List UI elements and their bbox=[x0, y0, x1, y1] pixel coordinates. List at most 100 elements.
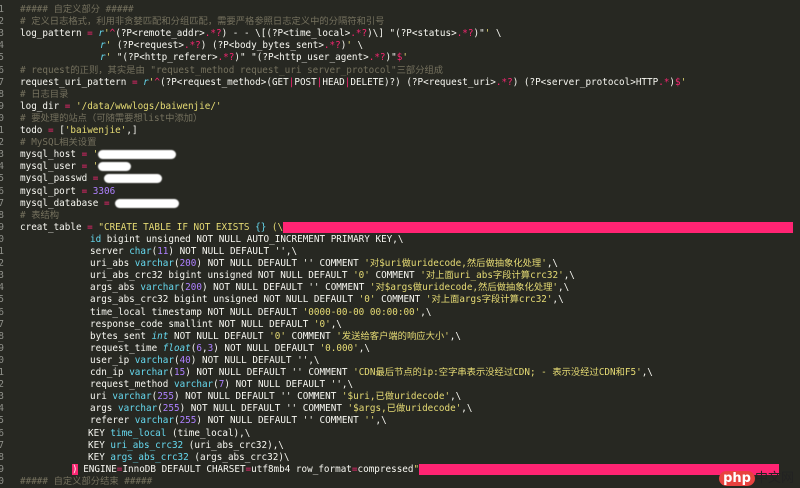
code-line[interactable]: 6 time_local timestamp NOT NULL DEFAULT '… bbox=[0, 307, 800, 319]
code-text: user_ip bbox=[90, 354, 135, 366]
code-text: cdn_ip bbox=[90, 367, 130, 378]
code-text: )" bbox=[473, 28, 485, 40]
operator: .*? bbox=[456, 28, 474, 40]
code-content: server char(11) NOT NULL DEFAULT '',\ bbox=[90, 246, 297, 258]
code-line[interactable]: 5 r' "(?P<http_referer>.*?)" "(?P<http_us… bbox=[0, 52, 800, 64]
code-line[interactable]: 4 mysql_user = ' bbox=[0, 161, 800, 173]
code-text: uri_abs bbox=[90, 258, 135, 270]
code-text: mysql_host bbox=[20, 149, 82, 161]
line-number: 5 bbox=[0, 415, 4, 427]
number-literal: 200 bbox=[179, 258, 197, 270]
identifier: char bbox=[129, 246, 152, 257]
code-line[interactable]: 6 KEY time_local (time_local),\ bbox=[0, 428, 800, 440]
code-text: ,\ bbox=[450, 391, 462, 403]
code-text: (time_local),\ bbox=[166, 427, 251, 439]
code-line[interactable]: 9 creat_table = "CREATE TABLE IF NOT EXIS… bbox=[0, 221, 800, 234]
code-text: log_pattern bbox=[20, 28, 88, 40]
code-text: KEY bbox=[88, 451, 111, 463]
code-text: ,\ bbox=[558, 282, 570, 294]
code-line[interactable]: 2 uri_abs varchar(200) NOT NULL DEFAULT '… bbox=[0, 258, 800, 270]
line-number: 4 bbox=[0, 161, 4, 173]
code-line[interactable]: 5 referer varchar(255) NOT NULL DEFAULT '… bbox=[0, 415, 800, 427]
operator: .*? bbox=[368, 52, 386, 64]
code-line[interactable]: 2 request_method varchar(7) NOT NULL DEFA… bbox=[0, 379, 800, 391]
code-line[interactable]: 4 args_abs varchar(200) NOT NULL DEFAULT … bbox=[0, 282, 800, 294]
line-number: 5 bbox=[0, 173, 4, 185]
code-line[interactable]: 8 bytes_sent int NOT NULL DEFAULT '0' COM… bbox=[0, 331, 800, 343]
identifier: args_abs_crc32 bbox=[110, 451, 189, 463]
code-line[interactable]: 6 # request的正则，其实是由 "request_method reque… bbox=[0, 65, 800, 77]
code-text: ,\ bbox=[375, 415, 387, 427]
code-editor[interactable]: 1 ##### 自定义部分 ##### 2 # 定义日志格式，利用非贪婪匹配和分组匹配… bbox=[0, 0, 800, 487]
code-text: ENGINE bbox=[77, 463, 117, 475]
code-text: ) NOT NULL DEFAULT '',\ bbox=[190, 354, 320, 366]
code-line[interactable]: 0 # 要处理的站点（可随需要想list中添加） bbox=[0, 113, 800, 125]
code-line[interactable]: 4 r' (?P<request>.*?) (?P<body_bytes_sent… bbox=[0, 40, 800, 52]
code-text: )" bbox=[385, 52, 397, 64]
code-content: todo = ['baiwenjie',] bbox=[20, 125, 138, 137]
line-number: 0 bbox=[0, 112, 4, 124]
code-text: [ bbox=[53, 125, 65, 136]
watermark-logo: php bbox=[719, 471, 755, 486]
operator: .* bbox=[658, 76, 670, 88]
code-line[interactable]: 9 request_time float(6,3) NOT NULL DEFAUL… bbox=[0, 343, 800, 355]
code-line[interactable]: 3 log_pattern = r'^(?P<remote_addr>.*?) -… bbox=[0, 28, 800, 40]
code-line[interactable]: 7 KEY uri_abs_crc32 (uri_abs_crc32),\ bbox=[0, 440, 800, 452]
highlight-bar bbox=[283, 221, 794, 233]
code-line[interactable]: 1 cdn_ip varchar(15) NOT NULL DEFAULT '' … bbox=[0, 367, 800, 379]
number-literal: 11 bbox=[157, 246, 169, 257]
code-text: \ bbox=[490, 28, 502, 40]
identifier: varchar bbox=[134, 258, 174, 270]
string-literal: '0' bbox=[358, 294, 376, 306]
code-text: ) NOT NULL DEFAULT '',\ bbox=[168, 246, 298, 257]
code-content: response_code smallint NOT NULL DEFAULT … bbox=[90, 319, 342, 331]
code-line[interactable]: 5 args_abs_crc32 bigint unsigned NOT NULL… bbox=[0, 294, 800, 306]
code-line[interactable]: 4 args varchar(255) NOT NULL DEFAULT '' C… bbox=[0, 403, 800, 415]
code-content: KEY time_local (time_local),\ bbox=[88, 428, 250, 440]
code-line[interactable]: 7 response_code smallint NOT NULL DEFAULT… bbox=[0, 319, 800, 331]
code-content: time_local timestamp NOT NULL DEFAULT '0… bbox=[90, 307, 431, 319]
code-content: args_abs_crc32 bigint unsigned NOT NULL … bbox=[90, 294, 564, 306]
code-line[interactable]: 9 log_dir = '/data/wwwlogs/baiwenjie/' bbox=[0, 101, 800, 113]
string-literal: '对上面uri_abs字段计算crc32' bbox=[420, 270, 564, 282]
line-number: 5 bbox=[0, 52, 4, 64]
line-number: 0 bbox=[0, 354, 4, 366]
line-number: 4 bbox=[0, 282, 4, 294]
line-number: 7 bbox=[0, 439, 4, 451]
code-line[interactable]: 1 ##### 自定义部分 ##### bbox=[0, 4, 800, 16]
code-line[interactable]: 8 KEY args_abs_crc32 (args_abs_crc32)\ bbox=[0, 452, 800, 464]
code-line[interactable]: 5 mysql_passwd = bbox=[0, 173, 800, 185]
string-literal: '0' bbox=[353, 270, 370, 282]
code-text: ,\ bbox=[563, 270, 575, 282]
code-text: ) NOT NULL DEFAULT bbox=[213, 342, 320, 354]
code-line[interactable]: 0 id bigint unsigned NOT NULL AUTO_INCREM… bbox=[0, 234, 800, 246]
code-line[interactable]: 8 # 日志目录 bbox=[0, 89, 800, 101]
string-literal: ' bbox=[680, 76, 687, 88]
code-line[interactable]: 9) ENGINE=InnoDB DEFAULT CHARSET=utf8mb4… bbox=[0, 463, 800, 476]
code-content: log_pattern = r'^(?P<remote_addr>.*?) - … bbox=[20, 28, 502, 40]
code-line[interactable]: 6 mysql_port = 3306 bbox=[0, 186, 800, 198]
code-text: ,\ bbox=[358, 342, 370, 354]
code-text: ) - - \[(?P<time_local> bbox=[221, 28, 351, 40]
code-line[interactable]: 2 # MySQL相关设置 bbox=[0, 137, 800, 149]
code-line[interactable]: 0 user_ip varchar(40) NOT NULL DEFAULT ''… bbox=[0, 355, 800, 367]
code-line[interactable]: 2 # 定义日志格式，利用非贪婪匹配和分组匹配，需要严格参照日志定义中的分隔符和引… bbox=[0, 16, 800, 28]
code-text: (?P<request_method>(GET bbox=[160, 76, 289, 88]
line-number: 1 bbox=[0, 125, 4, 136]
code-text: InnoDB DEFAULT CHARSET bbox=[122, 463, 246, 475]
identifier: varchar bbox=[112, 391, 152, 403]
code-line[interactable]: 3 mysql_host = ' bbox=[0, 149, 800, 161]
line-number: 8 bbox=[0, 451, 4, 463]
code-line[interactable]: 1 server char(11) NOT NULL DEFAULT '',\ bbox=[0, 246, 800, 258]
code-text: ) NOT NULL DEFAULT '' COMMENT bbox=[185, 367, 354, 378]
code-line[interactable]: 8 # 表结构 bbox=[0, 210, 800, 222]
code-text: ) (?P<server_protocol>HTTP bbox=[512, 76, 659, 88]
line-number: 7 bbox=[0, 197, 4, 209]
code-line[interactable]: 3 uri varchar(255) NOT NULL DEFAULT '' CO… bbox=[0, 391, 800, 403]
code-line[interactable]: 7 mysql_database = bbox=[0, 198, 800, 210]
code-line[interactable]: 1 todo = ['baiwenjie',] bbox=[0, 125, 800, 137]
redacted-value bbox=[103, 174, 162, 184]
code-line[interactable]: 7 request_uri_pattern = r'^(?P<request_me… bbox=[0, 77, 800, 89]
code-line[interactable]: 3 uri_abs_crc32 bigint unsigned NOT NULL … bbox=[0, 270, 800, 282]
line-number: 4 bbox=[0, 403, 4, 415]
